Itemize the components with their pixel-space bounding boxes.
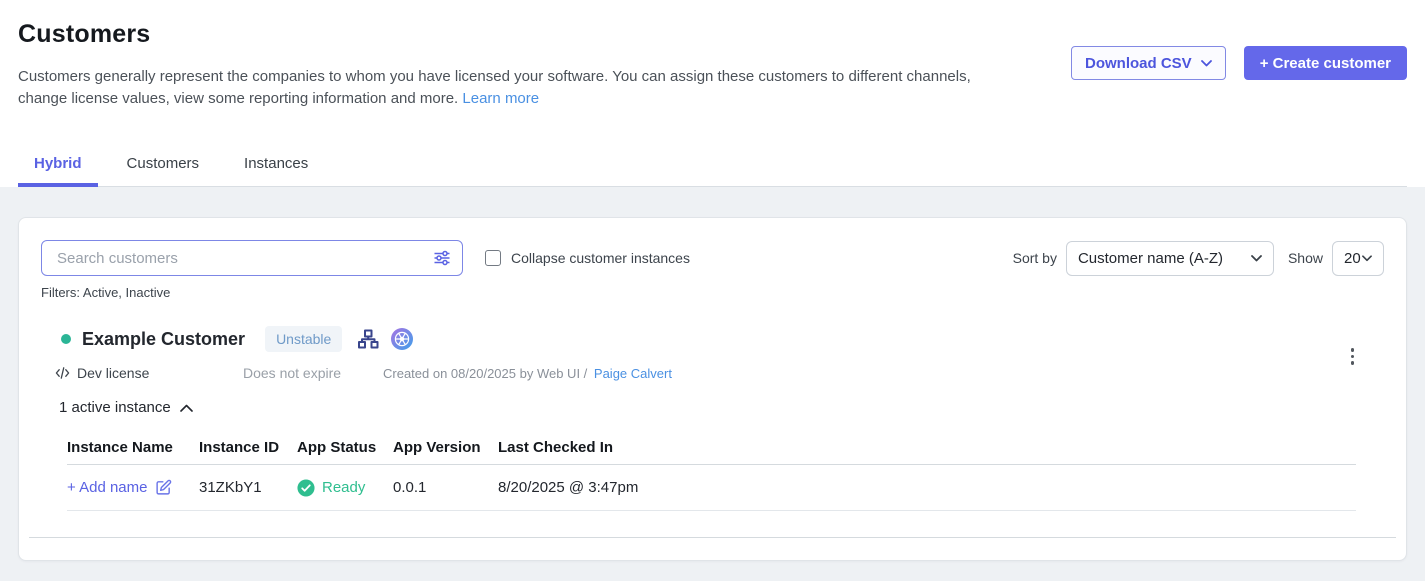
filter-sliders-icon[interactable] [432,248,452,268]
instance-table-header: Instance Name Instance ID App Status App… [67,431,1356,465]
content-area: Collapse customer instances Sort by Cust… [0,187,1425,581]
customer-header-row: Example Customer Unstable [41,326,1384,352]
collapse-instances-control[interactable]: Collapse customer instances [485,250,690,266]
edit-icon[interactable] [155,479,172,496]
col-instance-name: Instance Name [67,439,199,456]
tab-instances[interactable]: Instances [228,145,324,186]
customer-meta-row: Dev license Does not expire Created on 0… [41,365,1384,381]
show-select-value: 20 [1344,250,1361,267]
page-description: Customers generally represent the compan… [18,66,976,110]
instance-row: + Add name 31ZKbY1 Ready [67,465,1356,511]
channel-badge: Unstable [265,326,342,352]
active-filters-text: Filters: Active, Inactive [41,285,1384,300]
created-info: Created on 08/20/2025 by Web UI / Paige … [383,366,672,381]
list-controls: Sort by Customer name (A-Z) Show 20 [1013,241,1384,276]
create-customer-button[interactable]: + Create customer [1244,46,1407,80]
tab-customers[interactable]: Customers [111,145,216,186]
search-input[interactable] [41,240,463,276]
col-app-version: App Version [393,439,498,456]
license-type-label: Dev license [77,365,149,381]
sitemap-icon [356,327,380,351]
add-name-action[interactable]: + Add name [67,479,199,496]
tab-bar: Hybrid Customers Instances [18,145,1407,187]
last-checked-in-value: 8/20/2025 @ 3:47pm [498,479,1356,496]
kebab-menu-icon[interactable] [1347,344,1359,369]
customers-card: Collapse customer instances Sort by Cust… [18,217,1407,561]
col-app-status: App Status [297,439,393,456]
header-actions: Download CSV + Create customer [1071,46,1407,80]
add-name-label: + Add name [67,479,147,496]
sort-select[interactable]: Customer name (A-Z) [1066,241,1274,276]
page-header: Customers Customers generally represent … [0,0,1425,110]
sort-by-label: Sort by [1013,250,1057,266]
learn-more-link[interactable]: Learn more [462,90,539,107]
check-circle-icon [297,479,315,497]
app-status-cell: Ready [297,479,393,497]
page-title: Customers [18,20,976,49]
license-expiration: Does not expire [243,365,383,381]
instance-id-value: 31ZKbY1 [199,479,297,496]
instance-table: Instance Name Instance ID App Status App… [67,431,1356,511]
customer-group-divider [29,537,1396,538]
kubernetes-icon [391,328,413,350]
chevron-down-icon [1251,255,1262,262]
download-csv-label: Download CSV [1085,55,1192,72]
col-last-checked-in: Last Checked In [498,439,1356,456]
code-icon [55,366,70,380]
app-version-value: 0.0.1 [393,479,498,496]
toolbar: Collapse customer instances Sort by Cust… [41,240,1384,276]
chevron-down-icon [1362,255,1372,262]
chevron-up-icon [180,404,193,412]
show-select[interactable]: 20 [1332,241,1384,276]
chevron-down-icon [1201,60,1212,67]
instances-toggle[interactable]: 1 active instance [41,399,193,416]
app-status-value: Ready [322,479,365,496]
header-text-block: Customers Customers generally represent … [18,20,976,110]
search-wrapper [41,240,463,276]
customer-item: Example Customer Unstable [41,326,1384,538]
download-csv-button[interactable]: Download CSV [1071,46,1226,80]
tab-hybrid[interactable]: Hybrid [18,145,98,186]
created-by-link[interactable]: Paige Calvert [594,366,672,381]
collapse-instances-label: Collapse customer instances [511,250,690,266]
active-status-dot [61,334,71,344]
col-instance-id: Instance ID [199,439,297,456]
sort-select-value: Customer name (A-Z) [1078,250,1223,267]
customer-name[interactable]: Example Customer [82,329,245,350]
collapse-instances-checkbox[interactable] [485,250,501,266]
show-label: Show [1288,250,1323,266]
instances-toggle-label: 1 active instance [59,399,171,416]
created-info-text: Created on 08/20/2025 by Web UI / [383,366,587,381]
license-type: Dev license [55,365,243,381]
